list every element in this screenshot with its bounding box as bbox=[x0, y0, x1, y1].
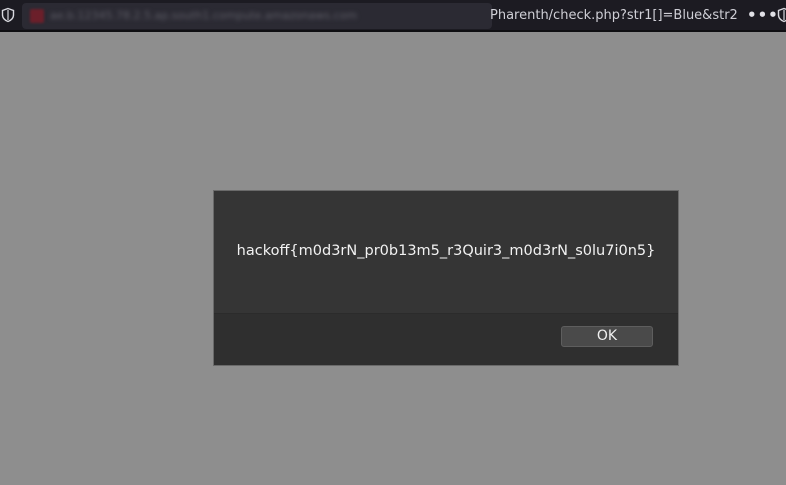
more-dots-icon[interactable]: ••• bbox=[747, 5, 779, 25]
dialog-message: hackoff{m0d3rN_pr0b13m5_r3Quir3_m0d3rN_s… bbox=[236, 243, 656, 259]
url-bar[interactable]: ae.b.12345.78.2.5.ap.south1.compute.amaz… bbox=[22, 3, 492, 29]
dialog-body: hackoff{m0d3rN_pr0b13m5_r3Quir3_m0d3rN_s… bbox=[214, 191, 678, 314]
url-host-redacted: ae.b.12345.78.2.5.ap.south1.compute.amaz… bbox=[50, 9, 358, 22]
url-path-text[interactable]: Pharenth/check.php?str1[]=Blue&str2 bbox=[490, 6, 740, 26]
dialog-footer: OK bbox=[214, 314, 678, 365]
shield-icon[interactable] bbox=[776, 7, 786, 23]
tracking-protection-shield-icon[interactable] bbox=[0, 7, 16, 23]
ok-button[interactable]: OK bbox=[561, 326, 653, 347]
alert-dialog: hackoff{m0d3rN_pr0b13m5_r3Quir3_m0d3rN_s… bbox=[213, 190, 679, 366]
browser-toolbar: ae.b.12345.78.2.5.ap.south1.compute.amaz… bbox=[0, 0, 786, 32]
site-favicon-icon bbox=[30, 9, 44, 23]
